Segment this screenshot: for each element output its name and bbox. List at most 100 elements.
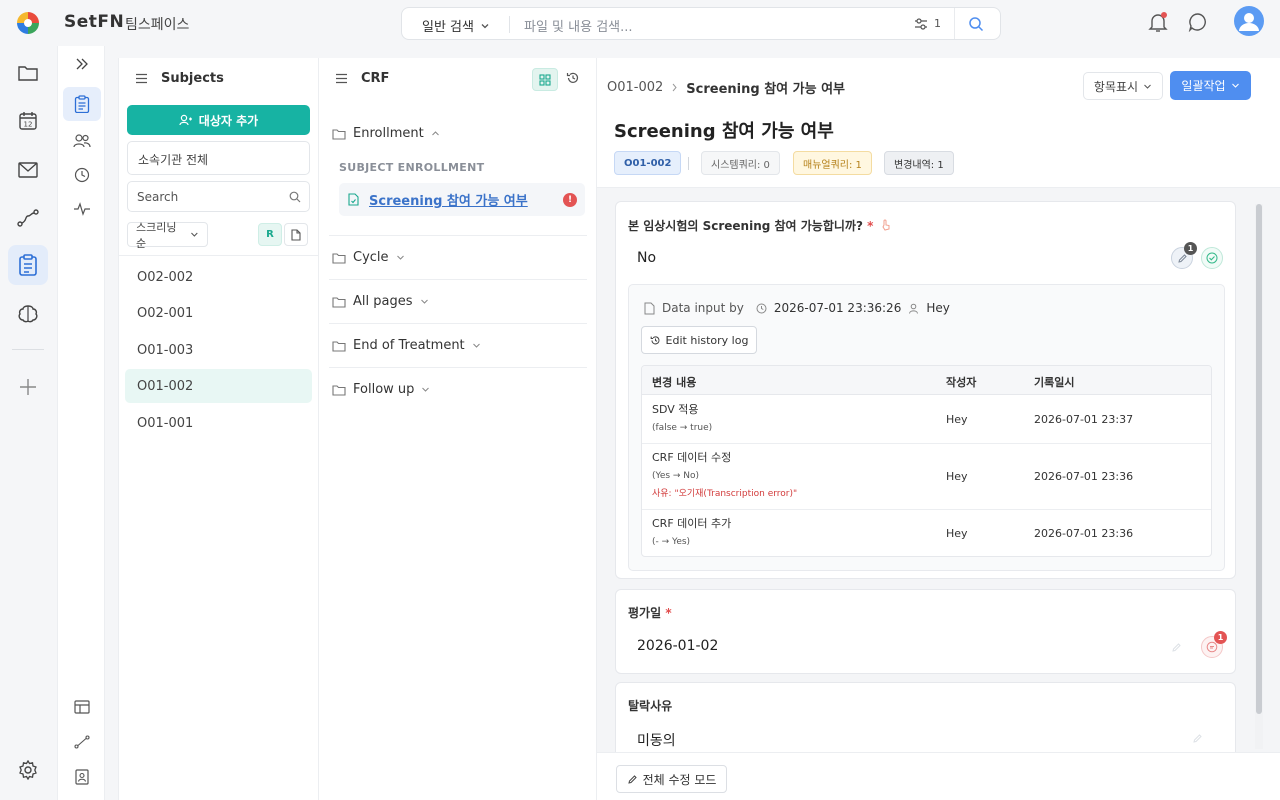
vertical-scrollbar[interactable] — [1255, 204, 1263, 749]
module-users[interactable] — [72, 131, 92, 151]
brain-icon — [18, 305, 38, 323]
user-icon — [909, 303, 919, 314]
bulk-action-button[interactable]: 일괄작업 — [1170, 71, 1251, 100]
subject-list-item[interactable]: O01-001 — [125, 406, 312, 440]
crf-menu-button[interactable] — [335, 73, 348, 84]
module-layout[interactable] — [72, 697, 92, 717]
rail-settings[interactable] — [17, 759, 39, 781]
clipboard-icon — [74, 95, 90, 113]
module-contact[interactable] — [72, 767, 92, 787]
global-search: 일반 검색 파일 및 내용 검색... 1 — [401, 7, 1001, 40]
organization-select[interactable]: 소속기관 전체 — [127, 141, 310, 175]
subjects-menu-button[interactable] — [135, 73, 148, 84]
display-items-label: 항목표시 — [1093, 79, 1139, 94]
divider — [329, 367, 587, 368]
rail-add[interactable] — [17, 376, 39, 398]
clipboard-icon — [19, 254, 37, 276]
crf-group-cycle[interactable]: Cycle — [332, 250, 405, 265]
app-rail: 12 — [0, 46, 57, 800]
crf-group-follow-up[interactable]: Follow up — [332, 382, 430, 397]
app-logo-icon[interactable] — [16, 11, 40, 35]
search-filter-button[interactable]: 1 — [914, 17, 941, 30]
edit-history-log-button[interactable]: Edit history log — [641, 326, 757, 354]
manual-query-chip[interactable]: 매뉴얼쿼리: 1 — [793, 151, 872, 175]
subject-list-item[interactable]: O01-003 — [125, 333, 312, 367]
search-button[interactable] — [968, 16, 984, 32]
grid-view-button[interactable] — [532, 68, 558, 91]
rail-mail[interactable] — [17, 159, 39, 181]
edit-all-mode-button[interactable]: 전체 수정 모드 — [616, 765, 727, 793]
top-bar: SetFN 팀스페이스 일반 검색 파일 및 내용 검색... 1 — [0, 0, 1280, 46]
chat-button[interactable] — [1188, 12, 1208, 32]
rail-workflow[interactable] — [17, 207, 39, 229]
search-type-select[interactable]: 일반 검색 — [422, 16, 490, 35]
pulse-icon — [74, 202, 90, 216]
crf-page-screening[interactable]: Screening 참여 가능 여부 ! — [339, 183, 585, 216]
chevron-right-icon — [672, 83, 677, 92]
notifications-button[interactable] — [1147, 10, 1169, 34]
history-icon — [650, 335, 660, 344]
data-input-time: 2026-07-01 23:36:26 — [773, 301, 902, 315]
pencil-icon — [1171, 642, 1181, 652]
pencil-icon — [627, 774, 637, 784]
document-icon — [291, 228, 301, 241]
clock-icon — [756, 303, 767, 313]
divider — [329, 323, 587, 324]
change-cell: CRF 데이터 수정 (Yes → No) 사유: "오기재(Transcrip… — [652, 449, 797, 503]
id-card-icon — [75, 769, 89, 785]
rail-files[interactable] — [17, 62, 39, 84]
question-text: 본 임상시험의 Screening 참여 가능합니까? — [628, 219, 863, 233]
subject-search-input[interactable]: Search — [127, 181, 310, 212]
crf-section-label: SUBJECT ENROLLMENT — [339, 161, 485, 174]
mail-icon — [18, 162, 38, 178]
workspace-name[interactable]: 팀스페이스 — [125, 14, 189, 34]
subject-list-item[interactable]: O02-001 — [125, 296, 312, 330]
rail-crf-active[interactable] — [8, 245, 48, 285]
data-input-box: Data input by 2026-07-01 23:36:26 Hey Ed… — [628, 284, 1225, 571]
check-circle-icon — [1206, 252, 1218, 264]
display-items-button[interactable]: 항목표시 — [1083, 72, 1163, 100]
avatar[interactable] — [1234, 6, 1264, 36]
system-query-chip[interactable]: 시스템쿼리: 0 — [701, 151, 780, 175]
question-answer[interactable]: 미동의 — [637, 730, 676, 750]
edit-history-log-label: Edit history log — [665, 333, 749, 347]
folder-icon — [332, 252, 346, 264]
question-answer[interactable]: 2026-01-02 — [637, 638, 718, 654]
breadcrumb-subject[interactable]: O01-002 — [607, 80, 663, 95]
rail-calendar[interactable]: 12 — [17, 110, 39, 132]
brand-name: SetFN — [64, 12, 125, 32]
crf-group-label: End of Treatment — [353, 338, 465, 353]
sort-select[interactable]: 스크리닝순 — [127, 221, 208, 250]
expand-panels-button[interactable] — [72, 54, 92, 74]
edit-value-button[interactable] — [1186, 727, 1208, 749]
rail-ai[interactable] — [17, 303, 39, 325]
divider — [329, 235, 587, 236]
add-user-icon — [179, 114, 192, 126]
subject-list-item-selected[interactable]: O01-002 — [125, 369, 312, 403]
module-history[interactable] — [72, 165, 92, 185]
document-filter-button[interactable] — [284, 223, 308, 246]
crf-group-all-pages[interactable]: All pages — [332, 294, 429, 309]
module-activity[interactable] — [72, 199, 92, 219]
crf-group-end-of-treatment[interactable]: End of Treatment — [332, 338, 481, 353]
pencil-icon — [1192, 733, 1202, 743]
change-title: CRF 데이터 추가 — [652, 517, 732, 530]
bell-icon — [1148, 12, 1168, 32]
sdv-check-button[interactable] — [1201, 247, 1223, 269]
change-history-chip[interactable]: 변경내역: 1 — [884, 151, 954, 175]
module-route[interactable] — [72, 732, 92, 752]
search-input[interactable]: 파일 및 내용 검색... — [524, 16, 633, 35]
edit-value-button[interactable] — [1165, 636, 1187, 658]
add-subject-button[interactable]: 대상자 추가 — [127, 105, 310, 135]
crf-group-enrollment[interactable]: Enrollment — [332, 126, 440, 141]
module-crf-active[interactable] — [63, 87, 101, 121]
history-button[interactable] — [566, 71, 580, 85]
author-cell: Hey — [946, 413, 968, 426]
scrollbar-thumb[interactable] — [1256, 204, 1262, 714]
subject-list-item[interactable]: O02-002 — [125, 260, 312, 294]
question-label: 본 임상시험의 Screening 참여 가능합니까? * — [628, 217, 891, 234]
data-input-info: Data input by 2026-07-01 23:36:26 Hey — [644, 301, 950, 315]
question-answer[interactable]: No — [637, 250, 656, 266]
r-filter-button[interactable]: R — [258, 223, 282, 246]
clock-icon — [74, 167, 90, 183]
